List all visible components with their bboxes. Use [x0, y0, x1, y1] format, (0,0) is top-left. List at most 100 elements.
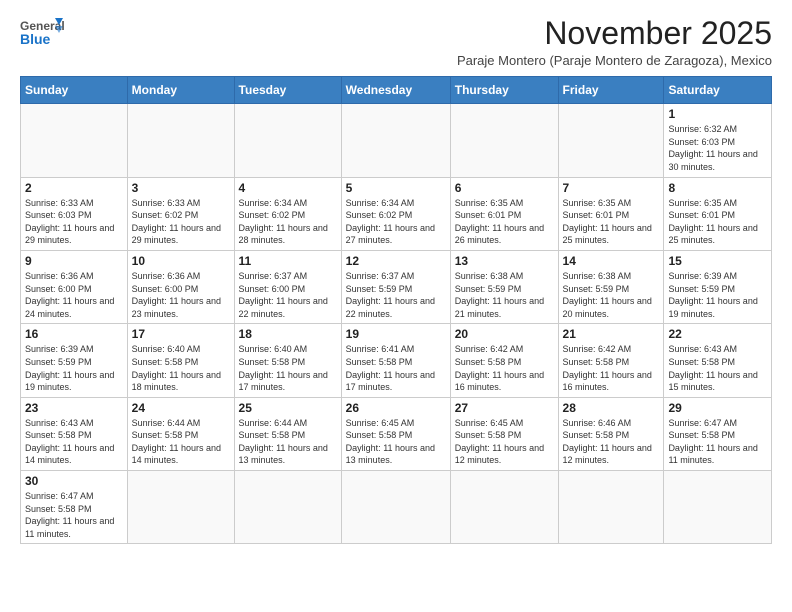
weekday-header-wednesday: Wednesday [341, 77, 450, 104]
day-info: Sunrise: 6:43 AMSunset: 5:58 PMDaylight:… [668, 343, 767, 393]
day-info: Sunrise: 6:35 AMSunset: 6:01 PMDaylight:… [668, 197, 767, 247]
day-info: Sunrise: 6:38 AMSunset: 5:59 PMDaylight:… [455, 270, 554, 320]
day-number: 2 [25, 181, 123, 195]
day-number: 23 [25, 401, 123, 415]
day-number: 3 [132, 181, 230, 195]
calendar-cell: 30 Sunrise: 6:47 AMSunset: 5:58 PMDayligh… [21, 471, 128, 544]
weekday-header-tuesday: Tuesday [234, 77, 341, 104]
day-info: Sunrise: 6:40 AMSunset: 5:58 PMDaylight:… [132, 343, 230, 393]
calendar-cell: 25 Sunrise: 6:44 AMSunset: 5:58 PMDayligh… [234, 397, 341, 470]
calendar-cell [234, 104, 341, 177]
day-number: 18 [239, 327, 337, 341]
day-number: 9 [25, 254, 123, 268]
week-row-3: 16 Sunrise: 6:39 AMSunset: 5:59 PMDayligh… [21, 324, 772, 397]
weekday-header-thursday: Thursday [450, 77, 558, 104]
day-info: Sunrise: 6:37 AMSunset: 5:59 PMDaylight:… [346, 270, 446, 320]
day-info: Sunrise: 6:33 AMSunset: 6:02 PMDaylight:… [132, 197, 230, 247]
day-info: Sunrise: 6:39 AMSunset: 5:59 PMDaylight:… [668, 270, 767, 320]
calendar-cell [341, 471, 450, 544]
day-number: 4 [239, 181, 337, 195]
calendar-cell [127, 471, 234, 544]
day-info: Sunrise: 6:36 AMSunset: 6:00 PMDaylight:… [25, 270, 123, 320]
week-row-4: 23 Sunrise: 6:43 AMSunset: 5:58 PMDayligh… [21, 397, 772, 470]
day-info: Sunrise: 6:39 AMSunset: 5:59 PMDaylight:… [25, 343, 123, 393]
day-number: 20 [455, 327, 554, 341]
subtitle: Paraje Montero (Paraje Montero de Zarago… [457, 53, 772, 68]
calendar-cell [664, 471, 772, 544]
calendar-cell: 4 Sunrise: 6:34 AMSunset: 6:02 PMDaylight… [234, 177, 341, 250]
day-info: Sunrise: 6:42 AMSunset: 5:58 PMDaylight:… [455, 343, 554, 393]
day-info: Sunrise: 6:33 AMSunset: 6:03 PMDaylight:… [25, 197, 123, 247]
header: General Blue November 2025 Paraje Monter… [20, 16, 772, 68]
calendar-cell: 26Sunrise: 6:45 AMSunset: 5:58 PMDayligh… [341, 397, 450, 470]
day-number: 24 [132, 401, 230, 415]
day-number: 14 [563, 254, 660, 268]
day-number: 19 [346, 327, 446, 341]
week-row-0: 1Sunrise: 6:32 AMSunset: 6:03 PMDaylight… [21, 104, 772, 177]
day-info: Sunrise: 6:46 AMSunset: 5:58 PMDaylight:… [563, 417, 660, 467]
calendar-cell: 22 Sunrise: 6:43 AMSunset: 5:58 PMDayligh… [664, 324, 772, 397]
day-number: 13 [455, 254, 554, 268]
day-info: Sunrise: 6:42 AMSunset: 5:58 PMDaylight:… [563, 343, 660, 393]
day-info: Sunrise: 6:32 AMSunset: 6:03 PMDaylight:… [668, 123, 767, 173]
calendar-cell: 6 Sunrise: 6:35 AMSunset: 6:01 PMDaylight… [450, 177, 558, 250]
calendar-cell: 3 Sunrise: 6:33 AMSunset: 6:02 PMDaylight… [127, 177, 234, 250]
day-info: Sunrise: 6:45 AMSunset: 5:58 PMDaylight:… [455, 417, 554, 467]
calendar-table: SundayMondayTuesdayWednesdayThursdayFrid… [20, 76, 772, 544]
day-number: 8 [668, 181, 767, 195]
day-info: Sunrise: 6:35 AMSunset: 6:01 PMDaylight:… [455, 197, 554, 247]
calendar-cell: 28 Sunrise: 6:46 AMSunset: 5:58 PMDayligh… [558, 397, 664, 470]
weekday-header-friday: Friday [558, 77, 664, 104]
weekday-header-saturday: Saturday [664, 77, 772, 104]
day-info: Sunrise: 6:44 AMSunset: 5:58 PMDaylight:… [239, 417, 337, 467]
day-info: Sunrise: 6:43 AMSunset: 5:58 PMDaylight:… [25, 417, 123, 467]
day-info: Sunrise: 6:35 AMSunset: 6:01 PMDaylight:… [563, 197, 660, 247]
week-row-2: 9 Sunrise: 6:36 AMSunset: 6:00 PMDaylight… [21, 250, 772, 323]
calendar-cell: 1Sunrise: 6:32 AMSunset: 6:03 PMDaylight… [664, 104, 772, 177]
weekday-header-monday: Monday [127, 77, 234, 104]
calendar-cell: 9 Sunrise: 6:36 AMSunset: 6:00 PMDaylight… [21, 250, 128, 323]
day-number: 10 [132, 254, 230, 268]
day-number: 15 [668, 254, 767, 268]
week-row-1: 2 Sunrise: 6:33 AMSunset: 6:03 PMDaylight… [21, 177, 772, 250]
day-number: 6 [455, 181, 554, 195]
day-info: Sunrise: 6:34 AMSunset: 6:02 PMDaylight:… [346, 197, 446, 247]
calendar-cell: 2 Sunrise: 6:33 AMSunset: 6:03 PMDaylight… [21, 177, 128, 250]
day-info: Sunrise: 6:47 AMSunset: 5:58 PMDaylight:… [668, 417, 767, 467]
calendar-cell: 7 Sunrise: 6:35 AMSunset: 6:01 PMDaylight… [558, 177, 664, 250]
calendar-cell: 16 Sunrise: 6:39 AMSunset: 5:59 PMDayligh… [21, 324, 128, 397]
calendar-cell: 21Sunrise: 6:42 AMSunset: 5:58 PMDayligh… [558, 324, 664, 397]
day-number: 27 [455, 401, 554, 415]
calendar-cell: 29 Sunrise: 6:47 AMSunset: 5:58 PMDayligh… [664, 397, 772, 470]
logo-svg: General Blue [20, 16, 64, 54]
day-info: Sunrise: 6:38 AMSunset: 5:59 PMDaylight:… [563, 270, 660, 320]
calendar-cell: 11 Sunrise: 6:37 AMSunset: 6:00 PMDayligh… [234, 250, 341, 323]
day-number: 16 [25, 327, 123, 341]
day-number: 22 [668, 327, 767, 341]
calendar-cell: 10Sunrise: 6:36 AMSunset: 6:00 PMDayligh… [127, 250, 234, 323]
calendar-cell: 20 Sunrise: 6:42 AMSunset: 5:58 PMDayligh… [450, 324, 558, 397]
calendar-cell: 17Sunrise: 6:40 AMSunset: 5:58 PMDayligh… [127, 324, 234, 397]
calendar-cell: 13 Sunrise: 6:38 AMSunset: 5:59 PMDayligh… [450, 250, 558, 323]
day-number: 7 [563, 181, 660, 195]
day-number: 25 [239, 401, 337, 415]
day-info: Sunrise: 6:34 AMSunset: 6:02 PMDaylight:… [239, 197, 337, 247]
day-number: 29 [668, 401, 767, 415]
day-info: Sunrise: 6:37 AMSunset: 6:00 PMDaylight:… [239, 270, 337, 320]
day-number: 30 [25, 474, 123, 488]
day-info: Sunrise: 6:45 AMSunset: 5:58 PMDaylight:… [346, 417, 446, 467]
day-number: 28 [563, 401, 660, 415]
month-title: November 2025 [457, 16, 772, 51]
calendar-cell: 12 Sunrise: 6:37 AMSunset: 5:59 PMDayligh… [341, 250, 450, 323]
calendar-cell [127, 104, 234, 177]
calendar-cell [234, 471, 341, 544]
logo: General Blue [20, 16, 64, 54]
day-number: 11 [239, 254, 337, 268]
calendar-cell: 15 Sunrise: 6:39 AMSunset: 5:59 PMDayligh… [664, 250, 772, 323]
calendar-cell: 23 Sunrise: 6:43 AMSunset: 5:58 PMDayligh… [21, 397, 128, 470]
day-info: Sunrise: 6:41 AMSunset: 5:58 PMDaylight:… [346, 343, 446, 393]
day-info: Sunrise: 6:47 AMSunset: 5:58 PMDaylight:… [25, 490, 123, 540]
day-number: 12 [346, 254, 446, 268]
week-row-5: 30 Sunrise: 6:47 AMSunset: 5:58 PMDayligh… [21, 471, 772, 544]
calendar-cell: 27 Sunrise: 6:45 AMSunset: 5:58 PMDayligh… [450, 397, 558, 470]
